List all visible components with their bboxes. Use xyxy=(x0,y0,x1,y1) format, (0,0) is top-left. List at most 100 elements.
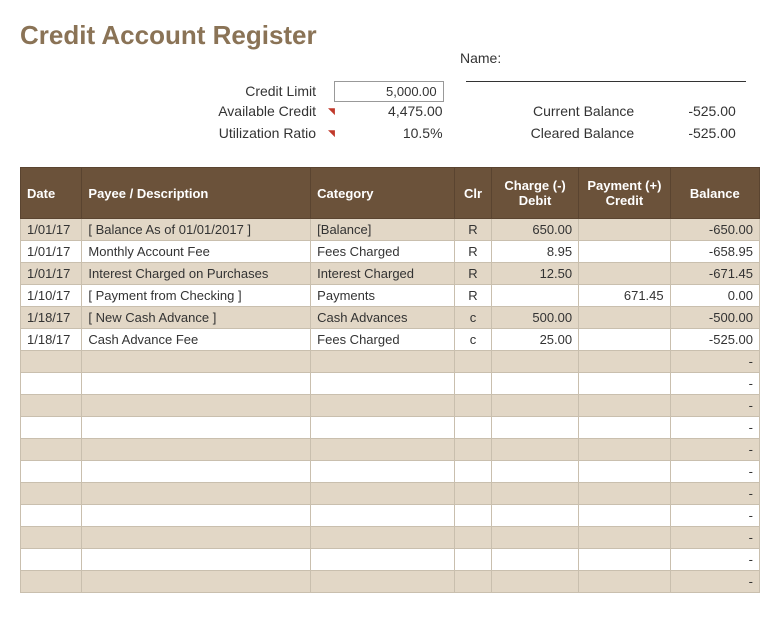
payment-cell[interactable] xyxy=(579,461,671,483)
balance-cell[interactable]: -525.00 xyxy=(670,329,759,351)
category-cell[interactable] xyxy=(311,505,455,527)
date-cell[interactable] xyxy=(21,395,82,417)
payment-cell[interactable] xyxy=(579,219,671,241)
category-cell[interactable] xyxy=(311,483,455,505)
date-cell[interactable] xyxy=(21,461,82,483)
clr-cell[interactable] xyxy=(454,483,491,505)
charge-cell[interactable]: 650.00 xyxy=(491,219,578,241)
category-cell[interactable]: Fees Charged xyxy=(311,329,455,351)
charge-cell[interactable]: 500.00 xyxy=(491,307,578,329)
balance-cell[interactable]: - xyxy=(670,571,759,593)
date-cell[interactable] xyxy=(21,373,82,395)
category-cell[interactable] xyxy=(311,373,455,395)
clr-cell[interactable] xyxy=(454,571,491,593)
payee-cell[interactable] xyxy=(82,527,311,549)
balance-cell[interactable]: - xyxy=(670,527,759,549)
payee-cell[interactable]: Interest Charged on Purchases xyxy=(82,263,311,285)
clr-cell[interactable]: c xyxy=(454,329,491,351)
payment-cell[interactable] xyxy=(579,417,671,439)
payee-cell[interactable] xyxy=(82,351,311,373)
payment-cell[interactable] xyxy=(579,263,671,285)
balance-cell[interactable]: - xyxy=(670,439,759,461)
charge-cell[interactable] xyxy=(491,395,578,417)
date-cell[interactable] xyxy=(21,439,82,461)
balance-cell[interactable]: - xyxy=(670,351,759,373)
clr-cell[interactable] xyxy=(454,417,491,439)
payee-cell[interactable] xyxy=(82,505,311,527)
category-cell[interactable]: [Balance] xyxy=(311,219,455,241)
date-cell[interactable] xyxy=(21,549,82,571)
payee-cell[interactable] xyxy=(82,395,311,417)
date-cell[interactable] xyxy=(21,505,82,527)
date-cell[interactable]: 1/01/17 xyxy=(21,241,82,263)
payee-cell[interactable]: [ Payment from Checking ] xyxy=(82,285,311,307)
payment-cell[interactable] xyxy=(579,505,671,527)
category-cell[interactable] xyxy=(311,395,455,417)
payee-cell[interactable]: [ Balance As of 01/01/2017 ] xyxy=(82,219,311,241)
category-cell[interactable] xyxy=(311,461,455,483)
charge-cell[interactable] xyxy=(491,439,578,461)
date-cell[interactable]: 1/18/17 xyxy=(21,329,82,351)
payee-cell[interactable] xyxy=(82,373,311,395)
clr-cell[interactable] xyxy=(454,461,491,483)
payment-cell[interactable] xyxy=(579,241,671,263)
payment-cell[interactable] xyxy=(579,307,671,329)
date-cell[interactable] xyxy=(21,571,82,593)
payment-cell[interactable] xyxy=(579,395,671,417)
charge-cell[interactable] xyxy=(491,417,578,439)
clr-cell[interactable] xyxy=(454,527,491,549)
clr-cell[interactable] xyxy=(454,549,491,571)
balance-cell[interactable]: -650.00 xyxy=(670,219,759,241)
clr-cell[interactable] xyxy=(454,373,491,395)
clr-cell[interactable] xyxy=(454,395,491,417)
clr-cell[interactable] xyxy=(454,439,491,461)
charge-cell[interactable] xyxy=(491,285,578,307)
date-cell[interactable] xyxy=(21,483,82,505)
date-cell[interactable]: 1/18/17 xyxy=(21,307,82,329)
payee-cell[interactable]: [ New Cash Advance ] xyxy=(82,307,311,329)
balance-cell[interactable]: - xyxy=(670,395,759,417)
category-cell[interactable]: Payments xyxy=(311,285,455,307)
credit-limit-input[interactable]: 5,000.00 xyxy=(334,81,444,102)
payee-cell[interactable] xyxy=(82,417,311,439)
category-cell[interactable]: Cash Advances xyxy=(311,307,455,329)
charge-cell[interactable] xyxy=(491,527,578,549)
clr-cell[interactable] xyxy=(454,351,491,373)
charge-cell[interactable] xyxy=(491,549,578,571)
clr-cell[interactable]: R xyxy=(454,219,491,241)
clr-cell[interactable]: R xyxy=(454,241,491,263)
charge-cell[interactable] xyxy=(491,373,578,395)
charge-cell[interactable] xyxy=(491,505,578,527)
category-cell[interactable] xyxy=(311,549,455,571)
date-cell[interactable] xyxy=(21,351,82,373)
category-cell[interactable] xyxy=(311,527,455,549)
payment-cell[interactable] xyxy=(579,549,671,571)
balance-cell[interactable]: -671.45 xyxy=(670,263,759,285)
charge-cell[interactable]: 8.95 xyxy=(491,241,578,263)
category-cell[interactable] xyxy=(311,351,455,373)
balance-cell[interactable]: - xyxy=(670,549,759,571)
date-cell[interactable] xyxy=(21,417,82,439)
payment-cell[interactable]: 671.45 xyxy=(579,285,671,307)
payee-cell[interactable]: Monthly Account Fee xyxy=(82,241,311,263)
payment-cell[interactable] xyxy=(579,373,671,395)
payee-cell[interactable]: Cash Advance Fee xyxy=(82,329,311,351)
charge-cell[interactable] xyxy=(491,351,578,373)
balance-cell[interactable]: - xyxy=(670,483,759,505)
balance-cell[interactable]: - xyxy=(670,373,759,395)
payment-cell[interactable] xyxy=(579,527,671,549)
balance-cell[interactable]: -658.95 xyxy=(670,241,759,263)
name-input-line[interactable] xyxy=(466,81,746,82)
payment-cell[interactable] xyxy=(579,351,671,373)
date-cell[interactable] xyxy=(21,527,82,549)
charge-cell[interactable]: 25.00 xyxy=(491,329,578,351)
payment-cell[interactable] xyxy=(579,571,671,593)
payee-cell[interactable] xyxy=(82,571,311,593)
clr-cell[interactable]: R xyxy=(454,263,491,285)
charge-cell[interactable] xyxy=(491,483,578,505)
charge-cell[interactable] xyxy=(491,571,578,593)
balance-cell[interactable]: - xyxy=(670,461,759,483)
date-cell[interactable]: 1/01/17 xyxy=(21,219,82,241)
balance-cell[interactable]: - xyxy=(670,417,759,439)
category-cell[interactable] xyxy=(311,439,455,461)
